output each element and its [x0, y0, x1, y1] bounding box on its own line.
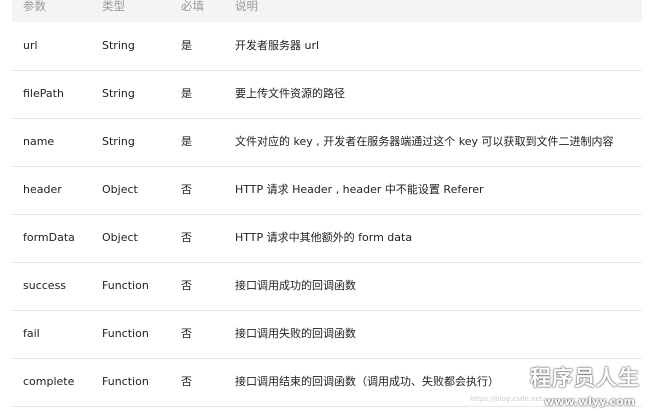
param-name: fail	[23, 327, 40, 340]
param-type: Function	[102, 327, 149, 340]
param-name: formData	[23, 231, 75, 244]
table-header: 参数 类型 必填 说明	[12, 0, 642, 22]
param-required: 否	[181, 183, 192, 196]
param-name: success	[23, 279, 67, 292]
param-name: filePath	[23, 87, 64, 100]
watermark-url: www.wlyy.com	[544, 395, 635, 408]
param-description: 开发者服务器 url	[235, 39, 320, 52]
table-row: formData Object 否 HTTP 请求中其他额外的 form dat…	[12, 214, 642, 263]
table-row: filePath String 是 要上传文件资源的路径	[12, 70, 642, 119]
param-type: Function	[102, 279, 149, 292]
param-required: 否	[181, 375, 192, 388]
param-name: complete	[23, 375, 75, 388]
param-type: Object	[102, 183, 138, 196]
table-row: header Object 否 HTTP 请求 Header , header …	[12, 166, 642, 215]
param-required: 是	[181, 87, 192, 100]
table-row: success Function 否 接口调用成功的回调函数	[12, 262, 642, 311]
param-type: String	[102, 87, 135, 100]
watermark-title: 程序员人生	[530, 366, 640, 390]
header-type: 类型	[102, 0, 125, 13]
param-required: 是	[181, 39, 192, 52]
param-description: 接口调用成功的回调函数	[235, 279, 356, 292]
header-param: 参数	[23, 0, 46, 13]
param-type: Function	[102, 375, 149, 388]
param-description: 接口调用结束的回调函数（调用成功、失败都会执行）	[235, 375, 499, 388]
site-watermark: 程序员人生 www.wlyy.com	[530, 362, 650, 411]
param-name: name	[23, 135, 55, 148]
param-required: 否	[181, 231, 192, 244]
param-name: url	[23, 39, 38, 52]
param-description: HTTP 请求 Header , header 中不能设置 Referer	[235, 183, 484, 196]
param-description: HTTP 请求中其他额外的 form data	[235, 231, 413, 244]
table-row: url String 是 开发者服务器 url	[12, 22, 642, 71]
param-description: 要上传文件资源的路径	[235, 87, 345, 100]
header-description: 说明	[235, 0, 258, 13]
param-type: String	[102, 135, 135, 148]
param-required: 是	[181, 135, 192, 148]
param-description: 文件对应的 key , 开发者在服务器端通过这个 key 可以获取到文件二进制内…	[235, 135, 614, 148]
param-type: String	[102, 39, 135, 52]
header-required: 必填	[181, 0, 204, 13]
param-required: 否	[181, 279, 192, 292]
param-required: 否	[181, 327, 192, 340]
param-type: Object	[102, 231, 138, 244]
param-name: header	[23, 183, 62, 196]
table-row: fail Function 否 接口调用失败的回调函数	[12, 310, 642, 359]
param-description: 接口调用失败的回调函数	[235, 327, 356, 340]
table-row: name String 是 文件对应的 key , 开发者在服务器端通过这个 k…	[12, 118, 642, 167]
